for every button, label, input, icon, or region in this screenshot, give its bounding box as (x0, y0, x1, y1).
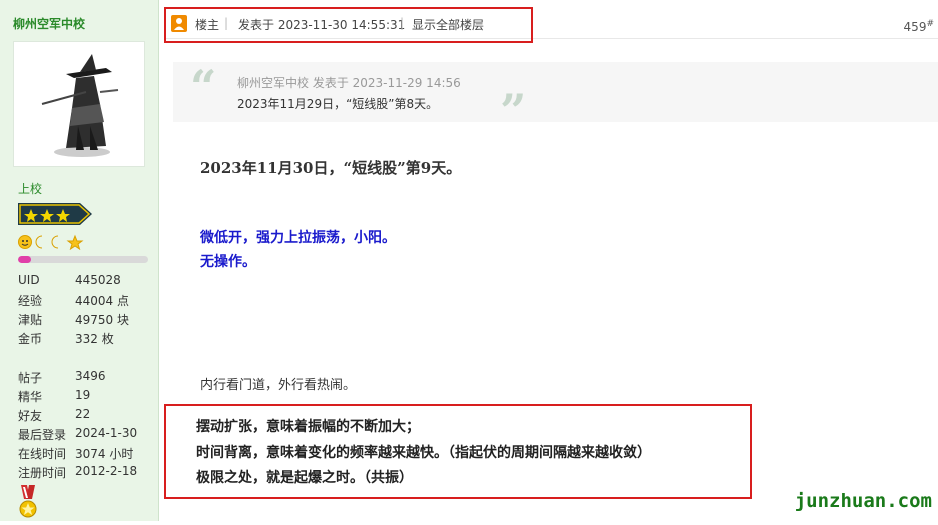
stat-label: 津贴 (18, 313, 43, 327)
stat-digest: 精华 19 (18, 388, 90, 405)
stat-value[interactable]: 22 (75, 407, 90, 421)
stat-label: 最后登录 (18, 428, 67, 442)
floor-number: 459 (903, 20, 927, 34)
stat-register-time: 注册时间 2012-2-18 (18, 464, 137, 481)
stat-label: 金币 (18, 332, 43, 346)
post-blue-line: 微低开，强力上拉振荡，小阳。 (200, 230, 396, 246)
stat-uid: UID 445028 (18, 273, 121, 287)
body-highlight-box (164, 404, 752, 499)
rank-title: 上校 (18, 182, 43, 196)
star-icon (66, 234, 84, 251)
floor-suffix: # (926, 19, 934, 29)
stat-value: 2024-1-30 (75, 426, 138, 440)
stat-label: 精华 (18, 390, 43, 404)
stat-value[interactable]: 445028 (75, 273, 121, 287)
medal-icon[interactable] (18, 485, 38, 521)
level-progress-bar (18, 256, 148, 263)
quote-text: 2023年11月29日，“短线股”第8天。 (237, 97, 439, 111)
rank-insignia-icon (18, 201, 92, 227)
level-icons (18, 234, 84, 251)
stat-friends: 好友 22 (18, 407, 90, 424)
stat-label: 注册时间 (18, 466, 67, 480)
stat-gold: 金币 332 枚 (18, 330, 114, 347)
open-quote-icon: “ (190, 60, 217, 114)
level-progress-fill (18, 256, 31, 263)
floor-number-link[interactable]: 459# (904, 19, 934, 34)
close-quote-icon: ” (500, 84, 527, 138)
username-link[interactable]: 柳州空军中校 (13, 15, 85, 32)
header-highlight-box (164, 7, 533, 43)
post-title: 2023年11月30日，“短线股”第9天。 (200, 159, 462, 177)
post-blue-line: 无操作。 (200, 254, 256, 270)
stat-label: UID (18, 273, 40, 287)
stat-value: 3074 小时 (75, 447, 134, 461)
quote-block (173, 62, 938, 122)
stat-value: 2012-2-18 (75, 464, 138, 478)
quote-meta: 柳州空军中校 发表于 2023-11-29 14:56 (237, 76, 461, 90)
moon-icon (35, 235, 43, 249)
stat-allowance: 津贴 49750 块 (18, 311, 129, 328)
stat-label: 经验 (18, 294, 43, 308)
post-saying: 内行看门道，外行看热闹。 (200, 378, 357, 393)
sun-icon (18, 235, 32, 249)
stat-value[interactable]: 3496 (75, 369, 106, 383)
stat-label: 好友 (18, 409, 43, 423)
stat-value: 49750 块 (75, 313, 129, 327)
avatar[interactable] (13, 41, 145, 167)
stat-value: 332 枚 (75, 332, 114, 346)
moon-icon (51, 235, 59, 249)
stat-value: 44004 点 (75, 294, 129, 308)
site-watermark: junzhuan.com (794, 490, 932, 512)
stat-value[interactable]: 19 (75, 388, 90, 402)
stat-experience: 经验 44004 点 (18, 292, 129, 309)
stat-online-time: 在线时间 3074 小时 (18, 445, 133, 462)
user-sidebar: 柳州空军中校 上校 UID 445028 经验 44004 点 津贴 49750… (0, 0, 159, 521)
stat-last-login: 最后登录 2024-1-30 (18, 426, 137, 443)
stat-label: 帖子 (18, 371, 43, 385)
stat-label: 在线时间 (18, 447, 67, 461)
stat-posts: 帖子 3496 (18, 369, 106, 386)
